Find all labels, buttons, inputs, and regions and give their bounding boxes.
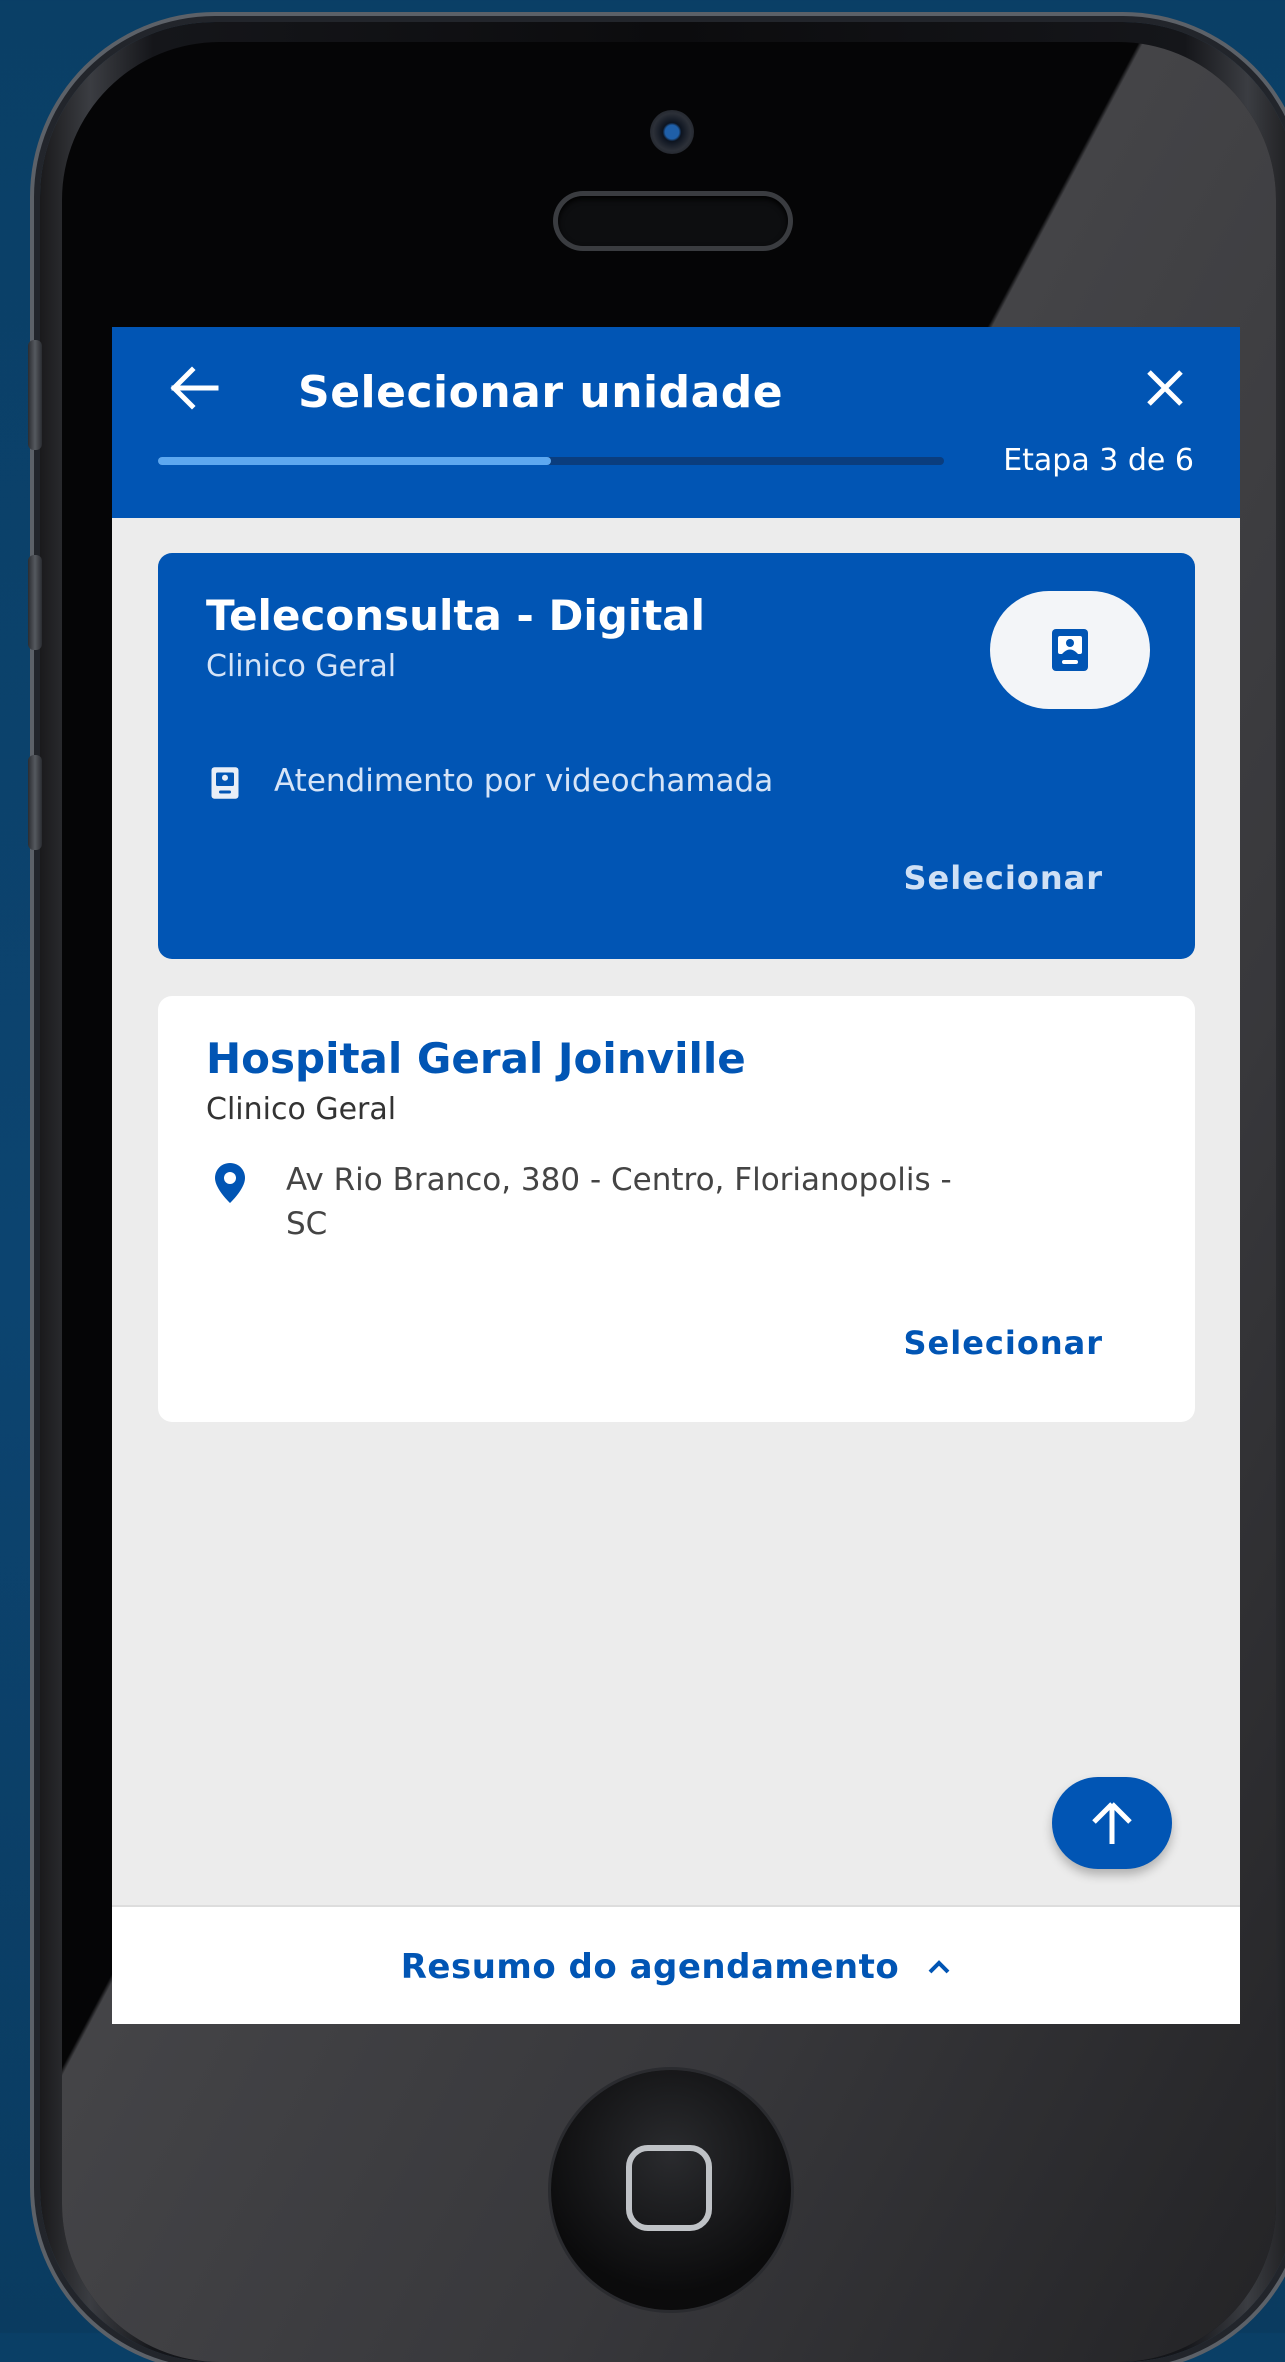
home-button[interactable] [551,2070,791,2310]
volume-button-middle [28,555,42,650]
close-icon [1147,370,1183,406]
video-call-badge [990,591,1150,709]
step-progress-fill [158,457,551,465]
step-label: Etapa 3 de 6 [1003,443,1194,478]
back-button[interactable] [164,357,226,419]
step-progress-bar [158,457,944,465]
unit-card-hospital[interactable]: Hospital Geral Joinville Clinico Geral A… [158,996,1195,1422]
scroll-to-top-button[interactable] [1052,1777,1172,1869]
home-square-icon [626,2145,712,2231]
volume-button-bottom [28,755,42,850]
unit-name: Teleconsulta - Digital [206,591,706,640]
app-screen: Selecionar unidade Etapa 3 de 6 Telecons… [112,327,1240,2024]
unit-address: Av Rio Branco, 380 - Centro, Florianopol… [286,1158,952,1246]
close-button[interactable] [1134,357,1196,419]
earpiece-speaker [558,196,788,246]
select-button[interactable]: Selecionar [904,1324,1104,1362]
front-camera [650,110,694,154]
unit-specialty: Clinico Geral [206,649,397,684]
arrow-up-icon [1092,1802,1132,1844]
address-line-2: SC [286,1206,328,1242]
location-pin-icon [215,1163,245,1203]
address-line-1: Av Rio Branco, 380 - Centro, Florianopol… [286,1162,952,1198]
app-bar: Selecionar unidade Etapa 3 de 6 [112,327,1240,518]
unit-card-teleconsulta[interactable]: Teleconsulta - Digital Clinico Geral Ate… [158,553,1195,959]
chevron-up-icon [927,1959,951,1975]
volume-button-top [28,340,42,450]
unit-detail: Atendimento por videochamada [274,763,774,799]
arrow-left-icon [170,366,219,410]
video-call-icon [1052,629,1088,671]
unit-name: Hospital Geral Joinville [206,1034,746,1083]
page-title: Selecionar unidade [298,367,784,418]
schedule-summary-bar[interactable]: Resumo do agendamento [112,1905,1240,2024]
select-button[interactable]: Selecionar [904,859,1104,897]
summary-label: Resumo do agendamento [400,1946,900,1987]
unit-specialty: Clinico Geral [206,1092,397,1127]
video-call-icon [211,767,239,799]
